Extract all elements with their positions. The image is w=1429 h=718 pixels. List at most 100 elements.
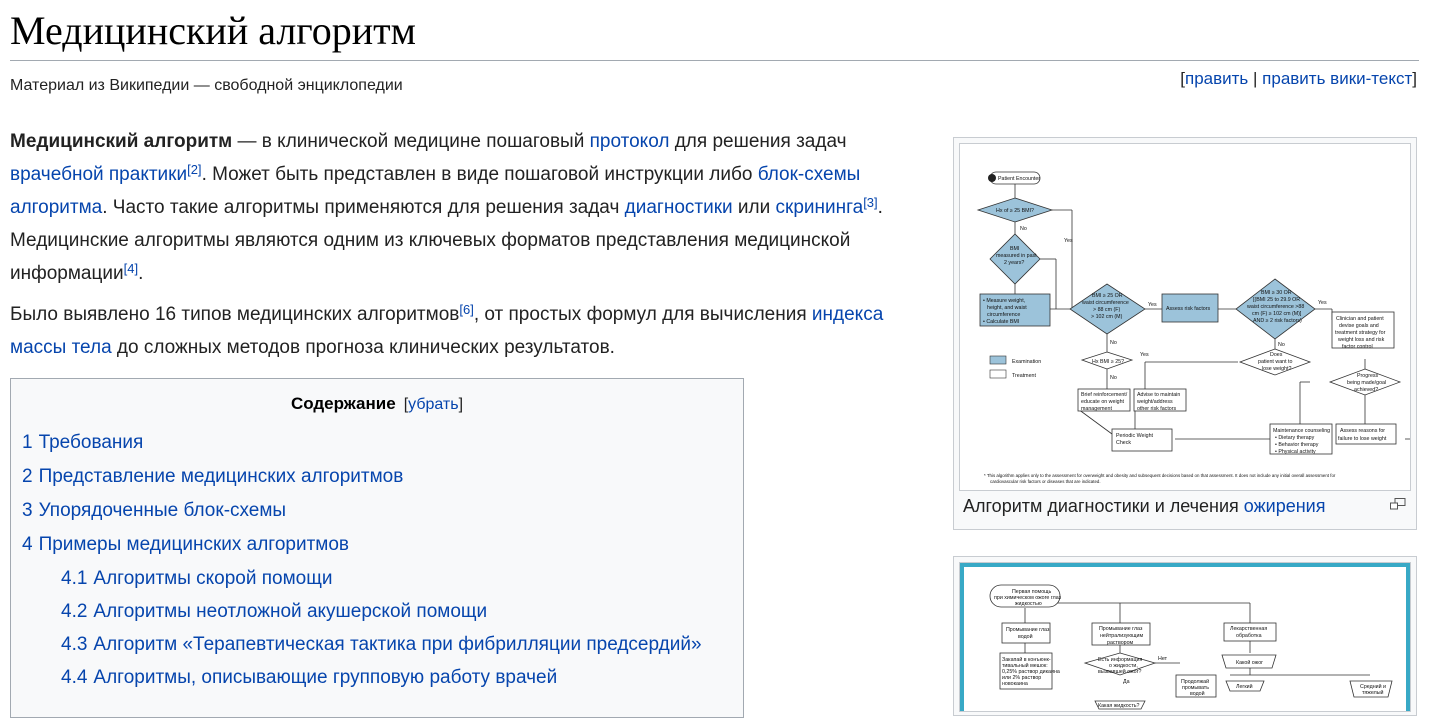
flow-node: Assess risk factors — [1166, 306, 1211, 312]
toc-list: 1 Требования 2 Представление медицинских а… — [11, 426, 743, 694]
toc-item-4-4[interactable]: 4.4 Алгоритмы, описывающие групповую рабо… — [11, 661, 743, 694]
caption-text: Алгоритм диагностики и лечения — [963, 496, 1244, 516]
flow-node: Продолжай — [1181, 678, 1209, 685]
flow-node: measured in past — [996, 253, 1037, 259]
flow-node: новокаина — [1002, 681, 1028, 687]
flow-node: нейтрализующим — [1100, 632, 1144, 639]
table-of-contents: Содержание [убрать] 1 Требования 2 Представ… — [10, 378, 744, 718]
toc-item-3[interactable]: 3 Упорядоченные блок-схемы — [11, 494, 743, 528]
flow-node: раствором — [1107, 640, 1134, 646]
flow-node: factor control — [1342, 344, 1373, 350]
toc-label: Алгоритмы, описывающие групповую работу … — [93, 667, 558, 688]
figure-footnote: cardiovascular risk factors or diseases … — [990, 479, 1101, 484]
link-obesity[interactable]: ожирения — [1244, 496, 1326, 516]
edit-separator: | — [1248, 69, 1263, 88]
flow-node: Advise to maintain — [1137, 392, 1180, 398]
ref-2[interactable]: [2] — [187, 162, 201, 177]
flow-node: height, and waist — [987, 305, 1027, 311]
toc-item-4[interactable]: 4 Примеры медицинских алгоритмов — [11, 528, 743, 562]
flow-node: AND ≥ 2 risk factors) — [1253, 318, 1302, 324]
flow-node: Промывание глаз — [1006, 627, 1050, 633]
toc-number: 2 — [22, 466, 33, 487]
flow-label: No — [1110, 375, 1117, 381]
toc-item-4-1[interactable]: 4.1 Алгоритмы скорой помощи — [11, 562, 743, 595]
figure-footnote: * This algorithm applies only to the ass… — [984, 473, 1336, 478]
flow-node: Maintenance counseling — [1273, 428, 1330, 434]
flow-node: Brief reinforcement/ — [1081, 392, 1128, 398]
flow-node: Periodic Weight — [1116, 433, 1154, 439]
flow-node: Patient Encounter — [998, 176, 1040, 182]
flow-node: Какая жидкость? — [1098, 703, 1140, 709]
flow-node: Легкий — [1236, 683, 1253, 690]
toc-number: 4.2 — [61, 601, 88, 622]
toc-item-1[interactable]: 1 Требования — [11, 426, 743, 460]
flow-node: lose weight? — [1262, 366, 1292, 372]
figure-obesity-algorithm: Patient Encounter Hx of ≥ 25 BMI? No Yes… — [953, 137, 1417, 530]
intro-paragraph-1: Медицинский алгоритм — в клинической мед… — [10, 125, 920, 290]
figure-image[interactable]: Первая помощь при химическом ожоге глаз … — [959, 562, 1411, 712]
site-tagline: Материал из Википедии — свободной энцикл… — [10, 77, 403, 94]
flow-node: treatment strategy for — [1335, 330, 1386, 336]
flow-node: • Behavior therapy — [1275, 442, 1319, 448]
flow-node: BMI — [1010, 246, 1019, 252]
flow-node: Progress — [1357, 373, 1379, 379]
text: до сложных методов прогноза клинических … — [111, 337, 615, 358]
toc-number: 1 — [22, 432, 33, 453]
flow-node: BMI ≥ 30 OR — [1261, 290, 1292, 296]
toc-label: Алгоритмы неотложной акушерской помощи — [93, 601, 488, 622]
flow-label: Yes — [1318, 300, 1327, 306]
link-protocol[interactable]: протокол — [590, 131, 670, 152]
text: , от простых формул для вычисления — [473, 304, 812, 325]
link-screening[interactable]: скрининга — [776, 197, 864, 218]
toc-hide-link[interactable]: убрать — [408, 396, 458, 413]
legend-examination: Examination — [1012, 359, 1041, 365]
flow-node: weight/address — [1137, 399, 1173, 405]
flow-node: Лекарственная — [1230, 626, 1267, 632]
toc-number: 4.1 — [61, 568, 88, 589]
flow-node: waist circumference >88 — [1247, 304, 1304, 310]
toc-label: Требования — [38, 432, 144, 453]
flow-node: Средний и — [1360, 683, 1386, 690]
flow-node: management — [1081, 406, 1112, 412]
flow-label: Нет — [1158, 656, 1168, 662]
link-diagnostics[interactable]: диагностики — [625, 197, 733, 218]
flow-node: > 88 cm (F) — [1093, 307, 1120, 313]
flow-node: devise goals and — [1339, 323, 1379, 329]
flow-node: • Calculate BMI — [983, 319, 1019, 325]
text: . Часто такие алгоритмы применяются для … — [102, 197, 625, 218]
ref-4[interactable]: [4] — [124, 261, 138, 276]
text: или — [732, 197, 776, 218]
flow-label: No — [1278, 342, 1285, 348]
figure-caption: Алгоритм диагностики и лечения ожирения — [963, 496, 1325, 517]
toc-item-4-3[interactable]: 4.3 Алгоритм «Терапевтическая тактика при… — [11, 628, 743, 661]
link-medical-practice[interactable]: врачебной практики — [10, 164, 187, 185]
obesity-flowchart: Patient Encounter Hx of ≥ 25 BMI? No Yes… — [976, 171, 1410, 484]
flow-label: No — [1110, 340, 1117, 346]
toc-item-2[interactable]: 2 Представление медицинских алгоритмов — [11, 460, 743, 494]
ref-6[interactable]: [6] — [459, 302, 473, 317]
figure-image[interactable]: Patient Encounter Hx of ≥ 25 BMI? No Yes… — [959, 143, 1411, 491]
intro-paragraph-2: Было выявлено 16 типов медицинских алгор… — [10, 298, 920, 364]
flow-node: other risk factors — [1137, 406, 1177, 412]
term-bold: Медицинский алгоритм — [10, 131, 233, 152]
edit-source-link[interactable]: править вики-текст — [1262, 69, 1412, 88]
flow-node: водой — [1190, 690, 1205, 697]
flow-node: Закапай в конъюнк- — [1002, 656, 1051, 663]
flow-node: failure to lose weight — [1338, 436, 1387, 442]
enlarge-icon[interactable] — [1390, 498, 1406, 510]
toc-heading: Содержание [убрать] — [11, 394, 743, 414]
page-title: Медицинский алгоритм — [10, 8, 416, 53]
toc-item-4-2[interactable]: 4.2 Алгоритмы неотложной акушерской помощ… — [11, 595, 743, 628]
flow-node: cm (F) ≥ 102 cm (M)] — [1252, 311, 1302, 317]
toc-toggle: [убрать] — [404, 396, 463, 413]
edit-link[interactable]: править — [1185, 69, 1248, 88]
flow-node: 2 years? — [1004, 260, 1024, 266]
flow-node: BMI ≥ 25 OR — [1092, 293, 1123, 299]
flow-node: achieved? — [1354, 387, 1378, 393]
toc-label: Упорядоченные блок-схемы — [38, 500, 287, 521]
flow-node: Does — [1270, 352, 1283, 358]
flow-node: Промывание глаз — [1099, 626, 1143, 632]
flow-node: Assess reasons for — [1340, 428, 1385, 434]
ref-3[interactable]: [3] — [863, 195, 877, 210]
toc-label: Представление медицинских алгоритмов — [38, 466, 404, 487]
